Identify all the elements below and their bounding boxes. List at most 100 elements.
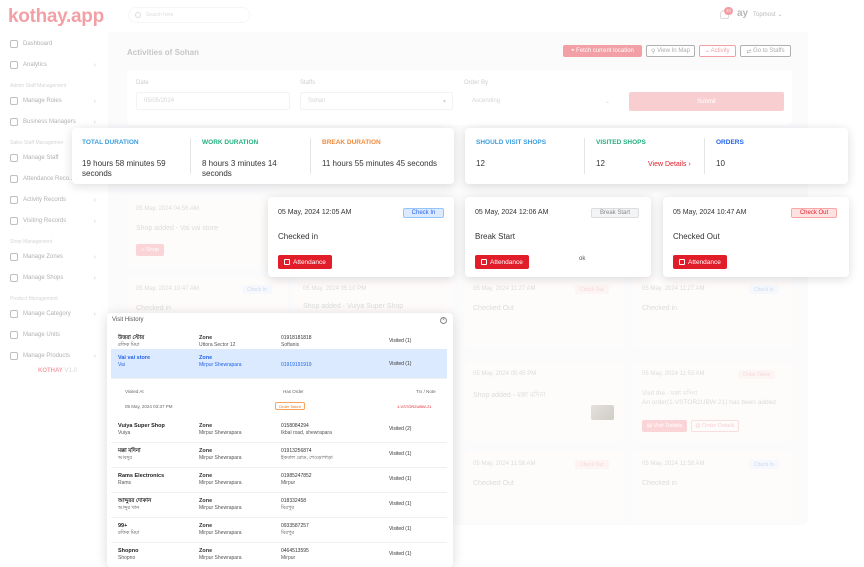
table-row[interactable]: আব্দুরর দোকান আব্দুর খান Zone Mirpur Shewr… [111, 492, 447, 518]
sidebar-item-products[interactable]: Manage Products › [0, 349, 106, 363]
search-input[interactable]: Search here [128, 7, 250, 23]
shop-thumbnail [591, 405, 614, 420]
chevron-down-icon: ⌄ [604, 98, 610, 105]
staff-icon [10, 154, 18, 162]
activity-card: 05 May, 2024 11:27 AM Check In Checked i… [633, 277, 793, 347]
staffs-select[interactable]: Sohan ▾ [300, 92, 453, 110]
activity-text: Checked Out [673, 232, 720, 241]
fetch-location-button[interactable]: ⌖ Fetch current location [563, 45, 642, 57]
sidebar-item-activity-records[interactable]: Activity Records › [0, 193, 106, 207]
shop-icon [10, 274, 18, 282]
view-in-map-button[interactable]: ⚲ View In Map [646, 45, 695, 57]
product-icon [10, 352, 18, 360]
status-badge: Check In [403, 208, 444, 218]
chevron-right-icon: › [93, 217, 96, 225]
chevron-right-icon: › [93, 196, 96, 204]
chevron-right-icon: › [93, 352, 96, 360]
chevron-right-icon: › [93, 97, 96, 105]
status-badge: Check Out [791, 208, 837, 218]
sidebar-item-visiting-records[interactable]: Visiting Records › [0, 214, 106, 228]
should-visit-label: SHOULD VISIT SHOPS [476, 139, 547, 146]
table-row[interactable]: Vuiya Super Shop Vuiya Zone Mirpur Shewrap… [111, 417, 447, 443]
activity-button[interactable]: ⌁ Activity [699, 45, 736, 57]
chevron-down-icon: ▾ [442, 98, 446, 105]
sidebar-item-units[interactable]: Manage Units [0, 328, 106, 342]
activity-card: 05 May, 2024 11:53 AM Order Taken Visit … [633, 362, 793, 442]
order-details-button[interactable]: ▥ Order Details [691, 420, 739, 432]
sidebar-item-business-managers[interactable]: Business Managers › [0, 115, 106, 129]
date-input[interactable]: 05/05/2024 [136, 92, 290, 110]
sidebar-item-shops[interactable]: Manage Shops › [0, 271, 106, 285]
chevron-right-icon: › [93, 61, 96, 69]
chevron-right-icon: › [93, 118, 96, 126]
sidebar-item-analytics[interactable]: Analytics › [0, 58, 106, 72]
table-row[interactable]: 99+ রফিক মিয়া Zone Mirpur Shewrapara 0933… [111, 517, 447, 543]
view-details-link[interactable]: View Details › [648, 161, 691, 168]
visit-history-title: Visit History [112, 317, 144, 323]
trx-note-header: Trx / Note [416, 389, 436, 394]
work-duration-value: 8 hours 3 minutes 14 seconds [202, 159, 277, 178]
roles-icon [10, 97, 18, 105]
search-icon [135, 12, 141, 18]
notification-badge: 10 [724, 7, 733, 15]
divider [190, 138, 191, 174]
total-duration-label: TOTAL DURATION [82, 139, 139, 146]
sidebar-section-product: Product Management [10, 296, 58, 302]
activity-card: 05 May, 2024 05:45 PM Shop added - মক্কা… [464, 362, 624, 442]
break-duration-label: BREAK DURATION [322, 139, 381, 146]
visit-details-button[interactable]: ▤ Visit Details [642, 420, 687, 432]
activity-icon [10, 196, 18, 204]
sidebar-item-zones[interactable]: Manage Zones › [0, 250, 106, 264]
submit-button[interactable]: Submit [629, 92, 784, 111]
zone-icon [10, 253, 18, 261]
table-row[interactable]: Shopno Shopno Zone Mirpur Shewrapara 04645… [111, 542, 447, 567]
table-row[interactable]: মক্কা মদিনা আবদুর Zone Mirpur Shewrapara 0… [111, 442, 447, 468]
category-icon [10, 310, 18, 318]
visited-shops-value: 12 [596, 159, 605, 168]
app-logo: kothay.app [8, 6, 104, 27]
duration-stats-card: TOTAL DURATION 19 hours 58 minutes 59 se… [72, 128, 454, 184]
sidebar-item-roles[interactable]: Manage Roles › [0, 94, 106, 108]
visit-history-panel: Visit History × উত্তরা স্টোর রফিক মিয়া Z… [107, 313, 453, 567]
chevron-right-icon: › [93, 253, 96, 261]
should-visit-value: 12 [476, 159, 485, 168]
attendance-button[interactable]: Attendance [278, 255, 332, 269]
activity-card: 05 May, 2024 11:58 AM Check In Checked i… [633, 452, 793, 522]
order-by-label: Order By [464, 80, 489, 86]
sidebar-section-sales: Sales Staff Managemen [10, 140, 64, 146]
units-icon [10, 331, 18, 339]
link-icon: ⇄ [746, 48, 754, 55]
sidebar-item-category[interactable]: Manage Category › [0, 307, 106, 321]
user-menu[interactable]: Topmost ⌄ [753, 11, 782, 18]
go-to-staffs-button[interactable]: ⇄ Go to Staffs [740, 45, 791, 57]
divider [704, 138, 705, 174]
shop-button[interactable]: ⌂ Shop [136, 244, 164, 256]
activity-card: 05 May, 2024 11:58 AM Check Out Checked … [464, 452, 624, 522]
chevron-down-icon: ⌄ [777, 12, 783, 18]
camera-icon [284, 259, 290, 265]
staffs-label: Staffs [300, 80, 316, 86]
order-taken-badge: Order Taken [275, 402, 305, 410]
sidebar-section-admin: Admin Staff Management [10, 83, 67, 89]
chevron-right-icon: › [93, 274, 96, 282]
shop-stats-card: SHOULD VISIT SHOPS 12 VISITED SHOPS 12 V… [465, 128, 848, 184]
sidebar-item-dashboard[interactable]: Dashboard [0, 37, 106, 51]
camera-icon [679, 259, 685, 265]
attendance-button[interactable]: Attendance [673, 255, 727, 269]
page-title: Activities of Sohan [127, 48, 200, 57]
avatar[interactable]: ay [737, 8, 748, 19]
activity-date: 05 May, 2024 12:05 AM [278, 209, 352, 216]
activity-card: 05 May, 2024 11:27 AM Check Out Checked … [464, 277, 624, 347]
attendance-button[interactable]: Attendance [475, 255, 529, 269]
visiting-icon [10, 217, 18, 225]
divider [310, 138, 311, 174]
close-icon[interactable]: × [440, 317, 447, 324]
activity-date: 05 May, 2024 12:06 AM [475, 209, 549, 216]
sidebar-section-shop: Shop Management [10, 239, 53, 245]
table-row-selected[interactable]: Vai vai store Vai Zone Mirpur Shewrapara 0… [111, 349, 447, 379]
table-row[interactable]: Rams Electronics Rams Zone Mirpur Shewrapa… [111, 467, 447, 493]
attendance-icon [10, 175, 18, 183]
dashboard-icon [10, 40, 18, 48]
order-by-select[interactable]: Ascending ⌄ [464, 92, 617, 110]
order-id-link[interactable]: 1-VSTOR2UBW-21 [397, 404, 432, 409]
